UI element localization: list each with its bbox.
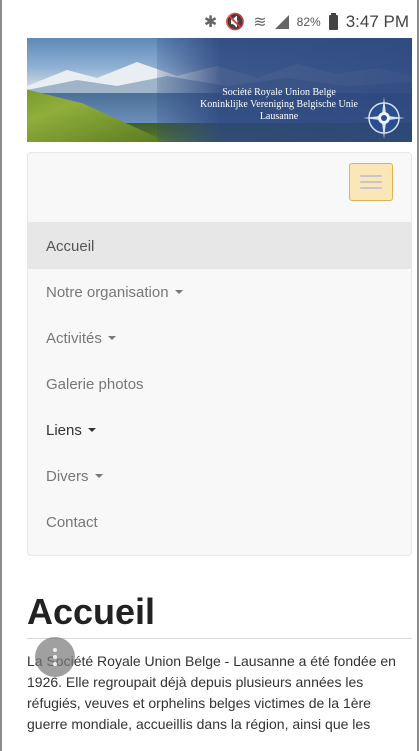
screen-frame-left — [0, 0, 2, 751]
banner-title-fr: Société Royale Union Belge — [222, 87, 336, 98]
nav-item-label: Notre organisation — [46, 283, 169, 301]
main-content: Accueil La Société Royale Union Belge - … — [27, 592, 412, 735]
menu-toggle-button[interactable] — [349, 163, 393, 201]
more-vert-icon-dot — [53, 662, 57, 666]
hamburger-icon — [360, 175, 382, 177]
banner-title-city: Lausanne — [259, 111, 299, 122]
caret-down-icon — [174, 290, 183, 294]
nav-item-activites[interactable]: Activités — [28, 315, 411, 361]
more-vert-icon — [53, 648, 57, 652]
floating-menu-button[interactable] — [35, 637, 75, 677]
status-bar: ✱ 🔇 ≋ 82% 3:47 PM — [4, 8, 415, 36]
nav-item-label: Accueil — [46, 237, 95, 255]
main-navbar: Accueil Notre organisation Activités Gal… — [27, 152, 412, 556]
hamburger-icon-bar — [360, 181, 382, 183]
nav-item-label: Contact — [46, 513, 98, 531]
nav-item-accueil[interactable]: Accueil — [28, 223, 411, 269]
intro-paragraph: La Société Royale Union Belge - Lausanne… — [27, 653, 396, 732]
nav-item-galerie-photos[interactable]: Galerie photos — [28, 361, 411, 407]
nav-item-label: Galerie photos — [46, 375, 144, 393]
signal-icon — [274, 15, 289, 29]
battery-percent: 82% — [296, 15, 321, 29]
caret-down-icon — [87, 428, 96, 432]
nav-item-divers[interactable]: Divers — [28, 453, 411, 499]
banner-title-nl: Koninklijke Vereniging Belgische Unie — [200, 99, 358, 110]
clock: 3:47 PM — [345, 12, 409, 31]
wifi-icon: ≋ — [253, 14, 267, 31]
mute-icon: 🔇 — [225, 14, 246, 31]
banner-title: Société Royale Union Belge Koninklijke V… — [175, 87, 383, 123]
nav-item-notre-organisation[interactable]: Notre organisation — [28, 269, 411, 315]
society-emblem-icon — [363, 97, 405, 139]
more-vert-icon-dot — [53, 655, 57, 659]
hamburger-icon-bar — [360, 187, 382, 189]
bluetooth-icon: ✱ — [203, 14, 218, 31]
nav-item-label: Divers — [46, 467, 89, 485]
battery-icon — [328, 12, 338, 30]
nav-item-label: Activités — [46, 329, 102, 347]
caret-down-icon — [94, 474, 103, 478]
caret-down-icon — [107, 336, 116, 340]
site-banner[interactable]: Société Royale Union Belge Koninklijke V… — [27, 38, 412, 142]
navbar-header — [28, 153, 411, 223]
nav-item-contact[interactable]: Contact — [28, 499, 411, 545]
nav-item-liens[interactable]: Liens — [28, 407, 411, 453]
nav-menu: Accueil Notre organisation Activités Gal… — [28, 223, 411, 545]
nav-item-label: Liens — [46, 421, 82, 439]
page-title: Accueil — [27, 592, 412, 639]
